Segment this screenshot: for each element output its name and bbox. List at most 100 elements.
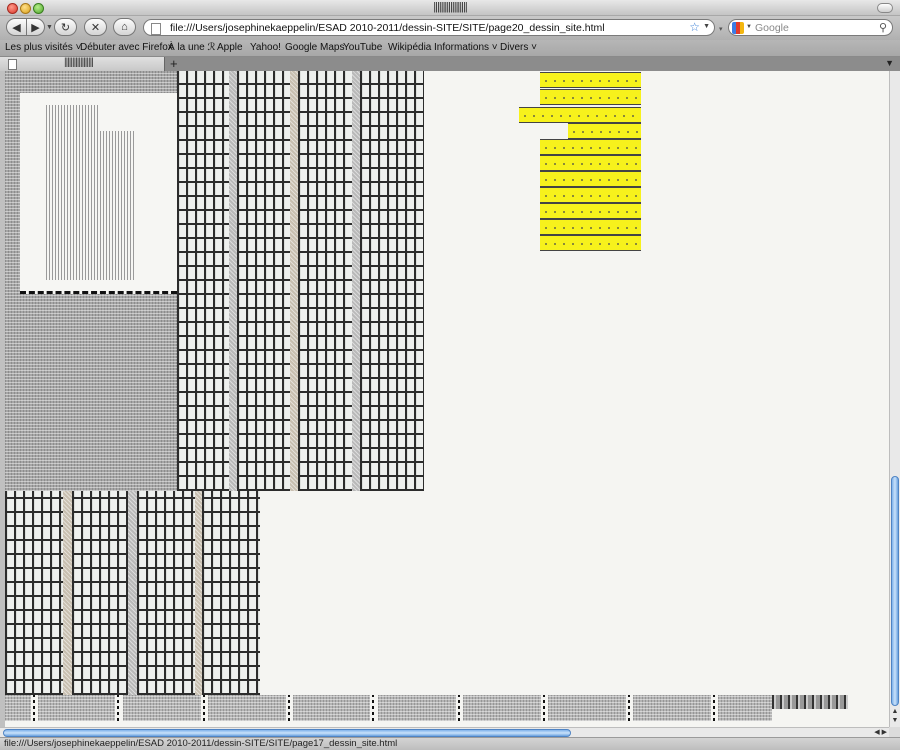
forward-button[interactable]: ▶ [26,18,45,36]
pattern-column [177,71,229,491]
back-icon: ◀ [12,21,21,34]
pattern-gap [352,71,360,491]
yellow-bar [540,139,641,155]
hatched-cell [718,695,772,721]
pattern-column [202,491,260,695]
stop-button[interactable]: ✕ [84,18,107,36]
url-bar[interactable]: file:///Users/josephinekaeppelin/ESAD 20… [143,19,715,36]
yellow-bar [540,235,641,251]
dashed-separator [203,695,205,721]
hatched-cell [378,695,456,721]
dashed-separator [628,695,630,721]
navigation-toolbar: ◀ ▶ ▼ ↻ ✕ ⌂ file:///Users/josephinekaepp… [0,16,900,40]
tab-bar: |||||||||||||||||| + ▼ [0,57,900,71]
url-dropdown-icon[interactable]: ▼ [703,23,710,30]
pattern-column [5,491,63,695]
pattern-column [298,71,352,491]
bottom-hatched-row [0,695,889,721]
bookmark-divers-menu[interactable]: Divers ˅ [500,42,537,53]
yellow-bar [540,219,641,235]
dashed-separator [117,695,119,721]
bookmark-wikipedia[interactable]: Wikipédia [388,42,431,53]
hatched-cell [5,695,31,721]
hatched-cell [293,695,370,721]
white-drawing-frame [20,93,177,294]
new-tab-button[interactable]: + [170,57,178,70]
dashed-separator [543,695,545,721]
tab-current[interactable]: |||||||||||||||||| [0,57,165,71]
bookmark-google-maps[interactable]: Google Maps [285,42,344,53]
pattern-gap [128,491,137,695]
vertical-scroll-arrows[interactable]: ▲ ▼ [890,707,900,725]
bookmark-getting-started[interactable]: Débuter avec Firefox [80,42,173,53]
toolbar-overflow-icon: ▾ [719,26,723,33]
yellow-bar [540,89,641,105]
hatched-cell [633,695,711,721]
vertical-scroll-thumb[interactable] [891,476,899,706]
horizontal-scroll-arrows[interactable]: ◀ ▶ [874,728,887,736]
window-title: |||||||||||||||||| [433,1,467,13]
hatched-cell [123,695,201,721]
tab-title: |||||||||||||||||| [64,57,94,68]
page-icon [8,59,17,70]
tab-list-icon[interactable]: ▼ [885,58,894,68]
vertical-scrollbar[interactable]: ▲ ▼ [889,71,900,727]
url-text[interactable]: file:///Users/josephinekaeppelin/ESAD 20… [170,22,605,34]
search-input[interactable]: Google [755,22,789,34]
bookmark-apple[interactable]: Apple [217,42,243,53]
bookmark-most-visited[interactable]: Les plus visités ˅ [5,42,81,53]
search-bar[interactable]: ▼ Google ⚲ [728,19,893,36]
pattern-column [360,71,424,491]
home-icon: ⌂ [121,21,128,33]
bookmark-informations-menu[interactable]: Informations ˅ [434,42,498,53]
history-dropdown-icon[interactable]: ▼ [46,24,53,31]
bookmark-star-icon[interactable]: ☆ [689,20,700,34]
page-viewport [0,71,889,727]
status-text: file:///Users/josephinekaeppelin/ESAD 20… [4,738,398,749]
status-bar: file:///Users/josephinekaeppelin/ESAD 20… [0,737,900,750]
yellow-bar [540,203,641,219]
reload-button[interactable]: ↻ [54,18,77,36]
pattern-gap [63,491,72,695]
title-bar: |||||||||||||||||| [0,0,900,16]
bookmark-headlines[interactable]: À la une ℛ [168,42,215,53]
pattern-columns-top [177,71,424,491]
dashed-separator [33,695,35,721]
mini-grid-drawing [100,131,134,280]
yellow-bar-stack [519,71,641,259]
hatched-cell [208,695,286,721]
home-button[interactable]: ⌂ [113,18,136,36]
bookmark-yahoo[interactable]: Yahoo! [250,42,281,53]
scrollbar-corner [889,727,900,737]
yellow-bar [568,123,641,139]
engine-dropdown-icon[interactable]: ▼ [746,24,752,30]
horizontal-scroll-thumb[interactable] [3,729,571,737]
stop-icon: ✕ [90,21,101,34]
pattern-gap [229,71,237,491]
dashed-separator [288,695,290,721]
toolbar-toggle-button[interactable] [877,3,893,13]
reload-icon: ↻ [60,21,71,34]
search-icon[interactable]: ⚲ [879,21,887,34]
bookmarks-bar: Les plus visités ˅ Débuter avec Firefox … [0,40,900,57]
forward-icon: ▶ [31,21,40,34]
hatched-cell [548,695,626,721]
yellow-bar [540,72,641,88]
horizontal-scrollbar[interactable]: ◀ ▶ [0,727,889,737]
yellow-bar [540,187,641,203]
pattern-column [72,491,128,695]
hatched-cell [38,695,115,721]
back-button[interactable]: ◀ [6,18,27,36]
yellow-bar [540,171,641,187]
pattern-column [137,491,195,695]
pattern-gap [195,491,202,695]
bookmark-youtube[interactable]: YouTube [343,42,382,53]
pattern-gap [290,71,298,491]
google-engine-icon[interactable] [732,22,744,34]
pattern-columns-bottom [5,491,260,695]
page-icon [151,23,161,35]
yellow-bar [540,155,641,171]
pattern-column [237,71,290,491]
dashed-separator [458,695,460,721]
dashed-separator [372,695,374,721]
